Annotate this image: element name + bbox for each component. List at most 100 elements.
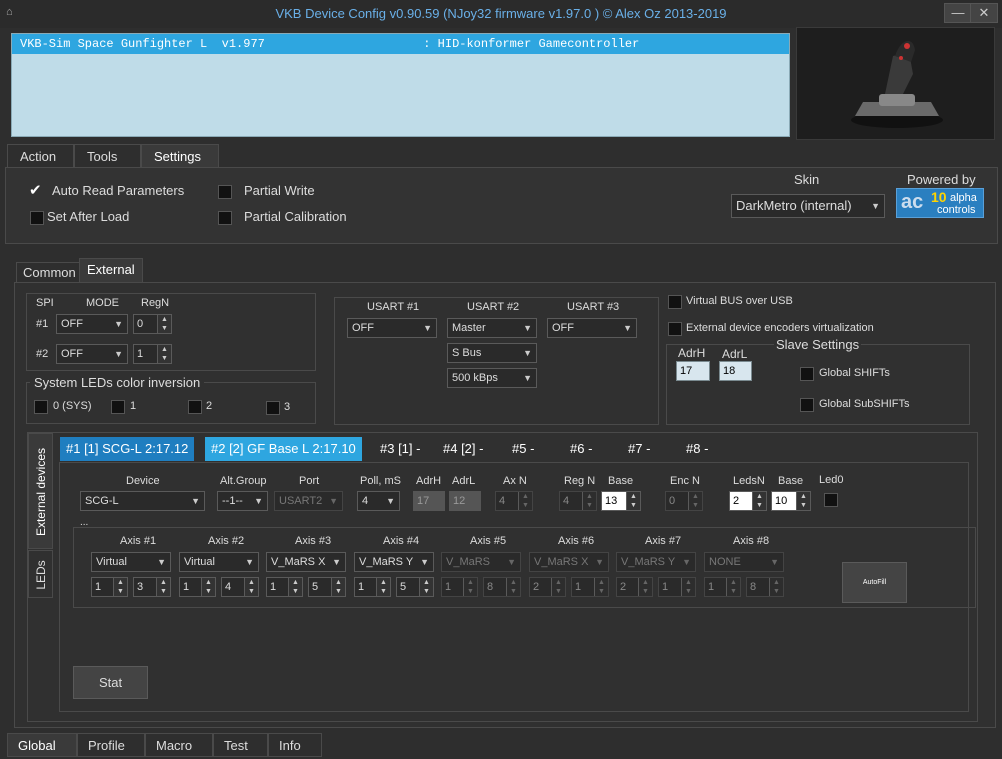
updown-icon[interactable]: ▲ ▼ — [113, 578, 127, 596]
led0-checkbox[interactable] — [824, 493, 838, 507]
device-list-item[interactable]: VKB-Sim Space Gunfighter L v1.977 : HID-… — [12, 34, 789, 54]
tab-info[interactable]: Info — [268, 733, 322, 757]
base-spinner[interactable]: 13 ▲ ▼ — [601, 491, 641, 511]
dev-adrl-input[interactable]: 12 — [449, 491, 481, 511]
dev-regn-spinner[interactable]: 4 ▲ ▼ — [559, 491, 597, 511]
skin-select[interactable]: DarkMetro (internal) ▼ — [731, 194, 885, 218]
spi-2-mode-select[interactable]: OFF ▼ — [56, 344, 128, 364]
updown-icon[interactable]: ▲ ▼ — [681, 578, 695, 596]
axis-5-a-spinner[interactable]: 1 ▲ ▼ — [441, 577, 478, 597]
device-tab-8[interactable]: #8 - — [680, 437, 714, 461]
updown-icon[interactable]: ▲ ▼ — [769, 578, 783, 596]
led-inv-3-checkbox[interactable] — [266, 401, 280, 415]
axis-7-b-spinner[interactable]: 1 ▲ ▼ — [658, 577, 696, 597]
usart-2-select[interactable]: Master ▼ — [447, 318, 537, 338]
updown-icon[interactable]: ▲ ▼ — [288, 578, 302, 596]
tab-profile[interactable]: Profile — [77, 733, 145, 757]
spi-1-mode-select[interactable]: OFF ▼ — [56, 314, 128, 334]
usart-1-select[interactable]: OFF ▼ — [347, 318, 437, 338]
tab-external-devices[interactable]: External devices — [28, 433, 53, 549]
axis-2-a-spinner[interactable]: 1 ▲ ▼ — [179, 577, 216, 597]
updown-icon[interactable]: ▲ ▼ — [582, 492, 596, 510]
updown-icon[interactable]: ▲ ▼ — [594, 578, 608, 596]
tab-settings[interactable]: Settings — [141, 144, 219, 168]
axis-1-b-spinner[interactable]: 3 ▲ ▼ — [133, 577, 171, 597]
bus-type-select[interactable]: S Bus ▼ — [447, 343, 537, 363]
device-tab-3[interactable]: #3 [1] - — [374, 437, 426, 461]
updown-icon[interactable]: ▲ ▼ — [244, 578, 258, 596]
led-inv-1-checkbox[interactable] — [111, 400, 125, 414]
updown-icon[interactable]: ▲ ▼ — [638, 578, 652, 596]
baud-rate-select[interactable]: 500 kBps ▼ — [447, 368, 537, 388]
updown-icon[interactable]: ▲ ▼ — [156, 578, 170, 596]
updown-icon[interactable]: ▲ ▼ — [726, 578, 740, 596]
spi-1-regn-spinner[interactable]: 0 ▲ ▼ — [133, 314, 172, 334]
axis-2-b-spinner[interactable]: 4 ▲ ▼ — [221, 577, 259, 597]
spi-2-regn-spinner[interactable]: 1 ▲ ▼ — [133, 344, 172, 364]
encn-spinner[interactable]: 0 ▲ ▼ — [665, 491, 703, 511]
autofill-button[interactable]: AutoFill — [842, 562, 907, 603]
updown-icon[interactable]: ▲ ▼ — [331, 578, 345, 596]
axis-8-select[interactable]: NONE ▼ — [704, 552, 784, 572]
dev-adrh-input[interactable]: 17 — [413, 491, 445, 511]
slave-adrl-input[interactable]: 18 — [719, 361, 752, 381]
updown-icon[interactable]: ▲ ▼ — [752, 492, 766, 510]
ledsn-spinner[interactable]: 2 ▲ ▼ — [729, 491, 767, 511]
tab-global[interactable]: Global — [7, 733, 77, 757]
axis-8-b-spinner[interactable]: 8 ▲ ▼ — [746, 577, 784, 597]
axis-6-select[interactable]: V_MaRS X ▼ — [529, 552, 609, 572]
global-shifts-checkbox[interactable] — [800, 367, 814, 381]
minimize-button[interactable]: — — [944, 3, 972, 23]
partial-write-checkbox[interactable] — [218, 185, 232, 199]
poll-select[interactable]: 4 ▼ — [357, 491, 400, 511]
updown-icon[interactable]: ▲ ▼ — [419, 578, 433, 596]
device-list[interactable]: VKB-Sim Space Gunfighter L v1.977 : HID-… — [11, 33, 790, 137]
axis-4-a-spinner[interactable]: 1 ▲ ▼ — [354, 577, 391, 597]
axis-8-a-spinner[interactable]: 1 ▲ ▼ — [704, 577, 741, 597]
check-icon[interactable]: ✔ — [29, 183, 45, 199]
slave-adrh-input[interactable]: 17 — [676, 361, 710, 381]
axis-4-b-spinner[interactable]: 5 ▲ ▼ — [396, 577, 434, 597]
updown-icon[interactable]: ▲ ▼ — [157, 345, 171, 363]
updown-icon[interactable]: ▲ ▼ — [626, 492, 640, 510]
tab-action[interactable]: Action — [7, 144, 74, 168]
port-select[interactable]: USART2 ▼ — [274, 491, 343, 511]
axis-4-select[interactable]: V_MaRS Y ▼ — [354, 552, 434, 572]
tab-leds[interactable]: LEDs — [28, 550, 53, 598]
encoder-virtualization-checkbox[interactable] — [668, 322, 682, 336]
updown-icon[interactable]: ▲ ▼ — [688, 492, 702, 510]
set-after-load-checkbox[interactable] — [30, 211, 44, 225]
axis-3-a-spinner[interactable]: 1 ▲ ▼ — [266, 577, 303, 597]
altgroup-select[interactable]: --1-- ▼ — [217, 491, 268, 511]
axis-7-a-spinner[interactable]: 2 ▲ ▼ — [616, 577, 653, 597]
axis-6-a-spinner[interactable]: 2 ▲ ▼ — [529, 577, 566, 597]
updown-icon[interactable]: ▲ ▼ — [796, 492, 810, 510]
device-tab-4[interactable]: #4 [2] - — [437, 437, 489, 461]
usart-3-select[interactable]: OFF ▼ — [547, 318, 637, 338]
axis-5-b-spinner[interactable]: 8 ▲ ▼ — [483, 577, 521, 597]
axis-3-select[interactable]: V_MaRS X ▼ — [266, 552, 346, 572]
updown-icon[interactable]: ▲ ▼ — [463, 578, 477, 596]
axis-1-select[interactable]: Virtual ▼ — [91, 552, 171, 572]
axis-3-b-spinner[interactable]: 5 ▲ ▼ — [308, 577, 346, 597]
device-tab-2[interactable]: #2 [2] GF Base L 2:17.10 — [205, 437, 362, 461]
updown-icon[interactable]: ▲ ▼ — [551, 578, 565, 596]
close-button[interactable]: ✕ — [970, 3, 998, 23]
device-tab-5[interactable]: #5 - — [506, 437, 540, 461]
updown-icon[interactable]: ▲ ▼ — [518, 492, 532, 510]
axis-5-select[interactable]: V_MaRS ▼ — [441, 552, 521, 572]
axis-6-b-spinner[interactable]: 1 ▲ ▼ — [571, 577, 609, 597]
virtual-bus-checkbox[interactable] — [668, 295, 682, 309]
updown-icon[interactable]: ▲ ▼ — [506, 578, 520, 596]
global-subshifts-checkbox[interactable] — [800, 398, 814, 412]
axis-7-select[interactable]: V_MaRS Y ▼ — [616, 552, 696, 572]
device-tab-1[interactable]: #1 [1] SCG-L 2:17.12 — [60, 437, 195, 461]
device-tab-7[interactable]: #7 - — [622, 437, 656, 461]
updown-icon[interactable]: ▲ ▼ — [376, 578, 390, 596]
base2-spinner[interactable]: 10 ▲ ▼ — [771, 491, 811, 511]
led-inv-0-checkbox[interactable] — [34, 400, 48, 414]
tab-test[interactable]: Test — [213, 733, 268, 757]
tab-external[interactable]: External — [79, 258, 143, 282]
partial-calibration-checkbox[interactable] — [218, 211, 232, 225]
stat-button[interactable]: Stat — [73, 666, 148, 699]
